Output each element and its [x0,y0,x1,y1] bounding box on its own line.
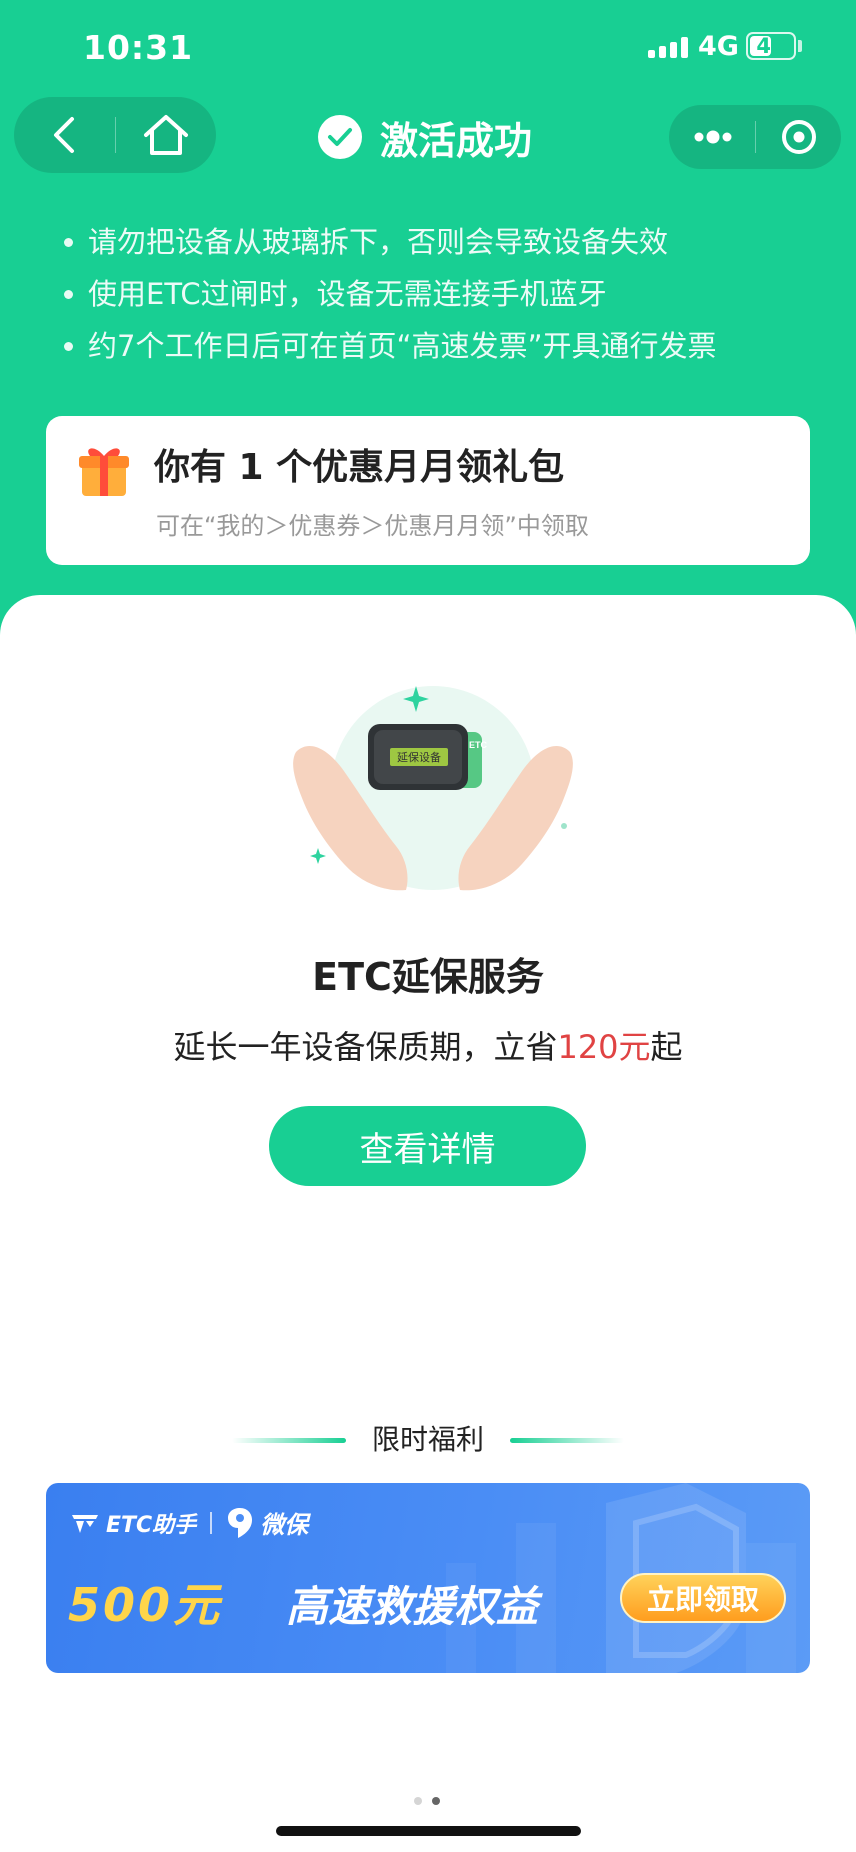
status-bar: 10:31 4G 49 [0,0,856,96]
battery-icon: 49 [746,32,796,60]
banner-brand: ETC助手 微保 [70,1505,308,1540]
status-time: 10:31 [83,28,194,67]
battery-tip [798,40,802,52]
etc-logo-icon [72,1514,98,1533]
home-icon [144,115,188,155]
nav-capsule-right [669,105,841,169]
check-circle-icon [318,115,362,159]
more-button[interactable] [669,105,755,169]
tips-list: 请勿把设备从玻璃拆下，否则会导致设备失效 使用ETC过闸时，设备无需连接手机蓝牙… [64,216,717,372]
service-description: 延长一年设备保质期，立省120元起 [0,1022,856,1068]
gift-icon [79,448,129,496]
savings-amount: 120元 [557,1028,651,1066]
home-indicator[interactable] [276,1826,581,1836]
tip-text: 约7个工作日后可在首页“高速发票”开具通行发票 [88,329,717,363]
nav-capsule-left [14,97,216,173]
brand-etc: ETC助手 [106,1512,197,1538]
benefits-header: 限时福利 [0,1418,856,1462]
signal-icon [648,36,690,58]
device-label: 延保设备 [397,750,441,764]
bullet [64,237,73,247]
gift-package-card[interactable]: 你有 1 个优惠月月领礼包 可在“我的＞优惠券＞优惠月月领”中领取 [46,416,810,565]
nav-title-group: 激活成功 [318,112,533,163]
pager-dot [414,1797,422,1805]
tip-text: 使用ETC过闸时，设备无需连接手机蓝牙 [88,277,607,311]
tip-item: 使用ETC过闸时，设备无需连接手机蓝牙 [64,268,717,320]
gift-subtitle: 可在“我的＞优惠券＞优惠月月领”中领取 [156,512,589,540]
more-dots-icon [694,130,732,144]
rescue-benefit-banner[interactable]: ETC助手 微保 500元 高速救援权益 立即领取 [46,1483,810,1673]
battery-level: 49 [756,34,786,58]
banner-pager [414,1797,450,1805]
claim-now-button[interactable]: 立即领取 [620,1573,786,1623]
page-title: 激活成功 [380,118,533,163]
view-details-button[interactable]: 查看详情 [269,1106,586,1186]
close-miniprogram-button[interactable] [756,105,841,169]
etc-device-illustration: ETC 延保设备 [293,686,573,891]
service-title: ETC延保服务 [312,955,544,999]
target-close-icon [782,120,816,154]
desc-suffix: 起 [650,1028,683,1066]
tip-item: 约7个工作日后可在首页“高速发票”开具通行发票 [64,320,717,372]
brand-separator [210,1511,213,1534]
bullet [64,341,73,351]
banner-headline: 高速救援权益 [286,1582,539,1631]
tip-item: 请勿把设备从玻璃拆下，否则会导致设备失效 [64,216,717,268]
gift-title: 你有 1 个优惠月月领礼包 [154,447,565,488]
header-line-right [510,1438,624,1443]
home-button[interactable] [116,97,216,173]
network-type: 4G [698,31,739,62]
sparkle-icon [310,848,326,864]
device-brand: ETC [469,740,488,750]
desc-prefix: 延长一年设备保质期，立省 [173,1028,558,1066]
banner-amount: 500元 [68,1578,223,1632]
benefits-title: 限时福利 [371,1423,484,1456]
bullet [64,289,73,299]
back-button[interactable] [14,97,114,173]
tip-text: 请勿把设备从玻璃拆下，否则会导致设备失效 [88,225,669,259]
pager-dot [432,1797,440,1805]
brand-weibao: 微保 [260,1511,309,1539]
weibao-logo-icon [228,1507,253,1538]
chevron-left-icon [54,117,74,153]
